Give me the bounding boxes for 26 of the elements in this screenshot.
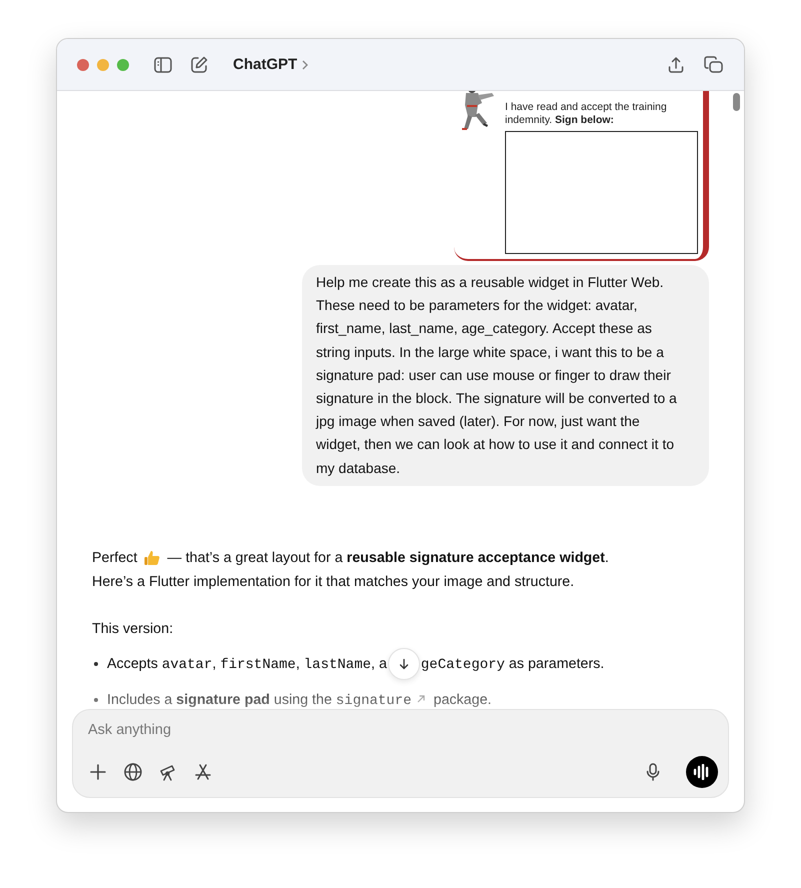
plus-icon[interactable]	[88, 762, 108, 782]
reply-text: Perfect	[92, 548, 138, 568]
waveform-icon	[693, 764, 711, 780]
model-menu-button[interactable]: ChatGPT	[233, 56, 310, 73]
windows-icon[interactable]	[702, 54, 724, 74]
close-button[interactable]	[77, 58, 89, 70]
reply-text: This version:	[92, 620, 174, 639]
share-icon[interactable]	[666, 54, 686, 74]
new-chat-icon[interactable]	[189, 54, 209, 74]
user-message: Help me create this as a reusable widget in Flutter Web. These need to be parameters for the widget: avatar, first_name, last_name, age_category. Accept these as string inputs. In the large white space, i want this to be a signature pad: user can use mouse or finger to draw their signature in the block. The signature will be converted to a jpg image when saved (later). For now, just want the widget, then we can look at how to use it and connect it to my database.	[302, 265, 709, 486]
globe-icon[interactable]	[123, 762, 143, 782]
bullet-text: Accepts avatar, firstName, lastName, a geCategory as parameters.	[107, 652, 604, 677]
reply-text: — that’s a great layout for a reusable signature acceptance widget.	[167, 548, 609, 568]
bullet-icon	[94, 698, 98, 702]
message-input[interactable]: Ask anything	[88, 722, 718, 738]
bullet-text: Includes a signature pad using the signature package.	[107, 690, 492, 709]
app-store-icon[interactable]	[193, 762, 213, 782]
arrow-down-icon	[398, 658, 410, 670]
sidebar-icon[interactable]	[153, 54, 173, 74]
bullet-icon	[94, 662, 98, 666]
thumbs-up-icon	[143, 548, 162, 567]
chevron-icon	[301, 58, 310, 70]
reply-text: Here’s a Flutter implementation for it that matches your image and structure.	[92, 572, 576, 592]
voice-mode-button[interactable]	[686, 756, 718, 788]
indemnity-text: I have read and accept the training indemnity. Sign below:	[505, 101, 668, 127]
scrollbar-thumb[interactable]	[733, 93, 740, 111]
